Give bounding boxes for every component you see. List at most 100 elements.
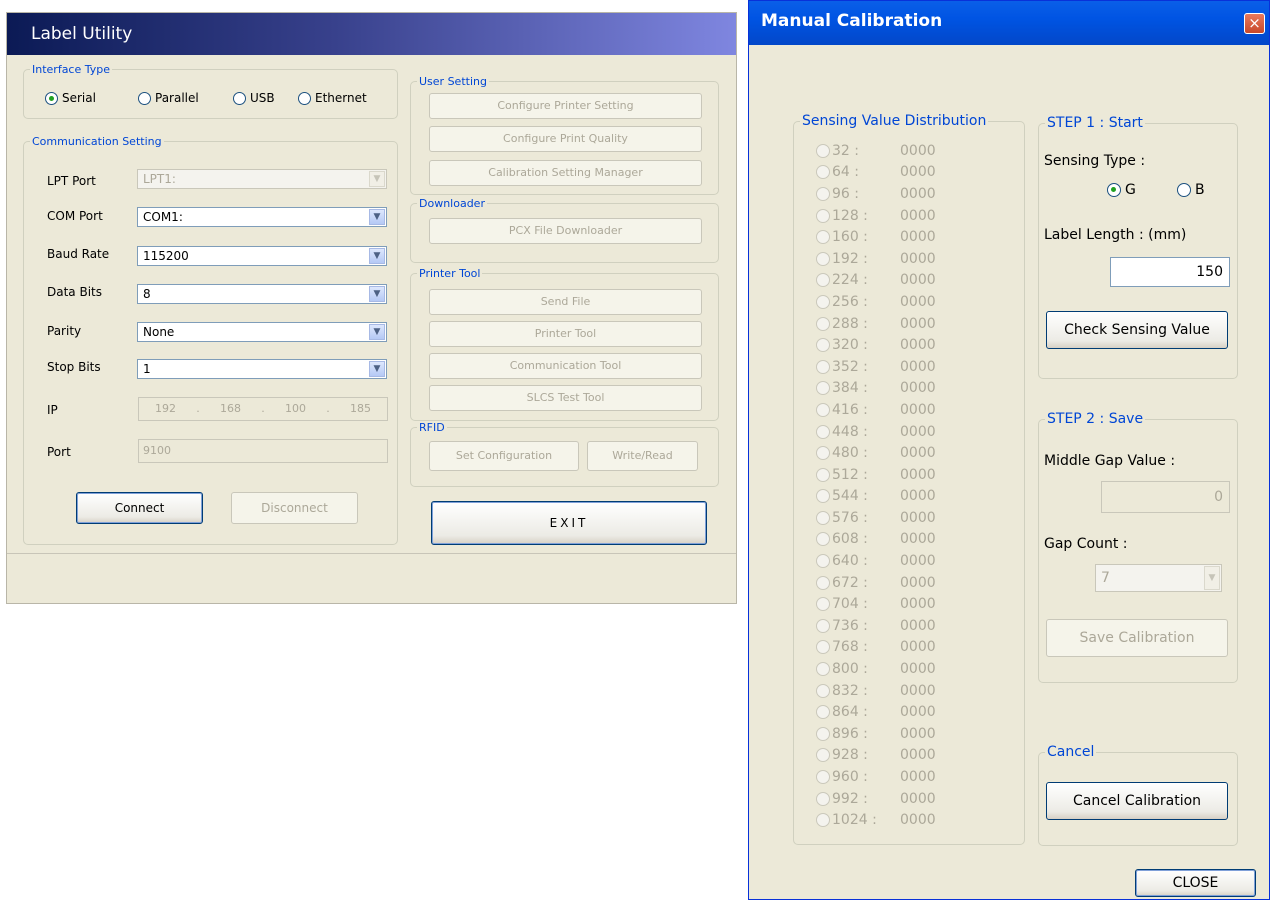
radio-sensing-g[interactable]: G: [1107, 182, 1136, 198]
sensing-value-row[interactable]: 352 : 0000: [816, 356, 986, 378]
communication-tool-button[interactable]: Communication Tool: [429, 353, 702, 379]
configure-printer-setting-button[interactable]: Configure Printer Setting: [429, 93, 702, 119]
sensing-value-row[interactable]: 32 : 0000: [816, 140, 986, 162]
sensing-value-row[interactable]: 768 : 0000: [816, 637, 986, 659]
sensing-value-row[interactable]: 544 : 0000: [816, 486, 986, 508]
close-icon[interactable]: ×: [1244, 13, 1265, 34]
lpt-port-select[interactable]: LPT1: ▼: [137, 169, 387, 189]
sensing-position-label: 384 :: [832, 380, 868, 397]
sensing-value-row[interactable]: 448 : 0000: [816, 421, 986, 443]
sensing-value-row[interactable]: 608 : 0000: [816, 529, 986, 551]
sensing-value-row[interactable]: 416 : 0000: [816, 399, 986, 421]
set-configuration-button[interactable]: Set Configuration: [429, 441, 579, 471]
ip-label: IP: [47, 403, 58, 417]
ip-separator: .: [196, 402, 200, 415]
radio-ethernet[interactable]: Ethernet: [298, 91, 367, 105]
send-file-button[interactable]: Send File: [429, 289, 702, 315]
disconnect-button[interactable]: Disconnect: [231, 492, 358, 524]
sensing-value-row[interactable]: 96 : 0000: [816, 183, 986, 205]
sensing-value: 0000: [900, 661, 936, 678]
calibration-setting-manager-button[interactable]: Calibration Setting Manager: [429, 160, 702, 186]
connect-button[interactable]: Connect: [76, 492, 203, 524]
radio-serial-label: Serial: [62, 91, 96, 105]
sensing-value-row[interactable]: 832 : 0000: [816, 680, 986, 702]
sensing-value: 0000: [900, 725, 936, 742]
sensing-value-row[interactable]: 64 : 0000: [816, 162, 986, 184]
status-bar: [7, 553, 736, 605]
sensing-value-row[interactable]: 704 : 0000: [816, 593, 986, 615]
printer-tool-button[interactable]: Printer Tool: [429, 321, 702, 347]
sensing-value-row[interactable]: 480 : 0000: [816, 442, 986, 464]
label-length-input[interactable]: 150: [1110, 257, 1230, 287]
sensing-value-row[interactable]: 1024 : 0000: [816, 809, 986, 831]
com-port-select[interactable]: COM1: ▼: [137, 207, 387, 227]
radio-sensing-b[interactable]: B: [1177, 182, 1205, 198]
sensing-value-row[interactable]: 192 : 0000: [816, 248, 986, 270]
radio-icon: [816, 446, 830, 461]
slcs-test-tool-button[interactable]: SLCS Test Tool: [429, 385, 702, 411]
sensing-value-row[interactable]: 224 : 0000: [816, 270, 986, 292]
radio-icon: [816, 597, 830, 612]
sensing-value-row[interactable]: 960 : 0000: [816, 766, 986, 788]
sensing-value-row[interactable]: 128 : 0000: [816, 205, 986, 227]
exit-button[interactable]: EXIT: [431, 501, 707, 545]
data-bits-label: Data Bits: [47, 285, 102, 299]
pcx-file-downloader-button[interactable]: PCX File Downloader: [429, 218, 702, 244]
baud-rate-select[interactable]: 115200 ▼: [137, 246, 387, 266]
sensing-value-list: 32 : 0000 64 : 0000 96 : 0000 128 : 0000 160 : 00…: [816, 140, 986, 831]
sensing-position-label: 544 :: [832, 488, 868, 505]
sensing-value-row[interactable]: 928 : 0000: [816, 745, 986, 767]
radio-parallel[interactable]: Parallel: [138, 91, 199, 105]
sensing-value: 0000: [900, 790, 936, 807]
radio-icon: [816, 618, 830, 633]
chevron-down-icon: ▼: [369, 248, 385, 264]
gap-count-select[interactable]: 7 ▼: [1095, 564, 1222, 592]
sensing-value-row[interactable]: 288 : 0000: [816, 313, 986, 335]
sensing-value-row[interactable]: 384 : 0000: [816, 378, 986, 400]
sensing-value: 0000: [900, 207, 936, 224]
ip-address-field[interactable]: 192 . 168 . 100 . 185: [138, 397, 388, 421]
sensing-value-row[interactable]: 864 : 0000: [816, 701, 986, 723]
save-calibration-button[interactable]: Save Calibration: [1046, 619, 1228, 657]
radio-icon: [816, 770, 830, 785]
sensing-value-row[interactable]: 672 : 0000: [816, 572, 986, 594]
stop-bits-select[interactable]: 1 ▼: [137, 359, 387, 379]
sensing-position-label: 896 :: [832, 725, 868, 742]
sensing-value-row[interactable]: 896 : 0000: [816, 723, 986, 745]
port-field[interactable]: 9100: [138, 439, 388, 463]
check-sensing-value-button[interactable]: Check Sensing Value: [1046, 311, 1228, 349]
sensing-position-label: 128 :: [832, 207, 868, 224]
sensing-position-label: 352 :: [832, 358, 868, 375]
sensing-value-row[interactable]: 992 : 0000: [816, 788, 986, 810]
sensing-value: 0000: [900, 574, 936, 591]
sensing-value-row[interactable]: 512 : 0000: [816, 464, 986, 486]
sensing-value-row[interactable]: 160 : 0000: [816, 226, 986, 248]
sensing-position-label: 960 :: [832, 769, 868, 786]
sensing-position-label: 224 :: [832, 272, 868, 289]
sensing-value-row[interactable]: 576 : 0000: [816, 507, 986, 529]
configure-print-quality-button[interactable]: Configure Print Quality: [429, 126, 702, 152]
sensing-value: 0000: [900, 466, 936, 483]
radio-serial[interactable]: Serial: [45, 91, 96, 105]
sensing-value-row[interactable]: 736 : 0000: [816, 615, 986, 637]
radio-icon: [816, 359, 830, 374]
sensing-value-row[interactable]: 256 : 0000: [816, 291, 986, 313]
write-read-button[interactable]: Write/Read: [587, 441, 698, 471]
radio-icon: [816, 230, 830, 245]
sensing-value: 0000: [900, 272, 936, 289]
sensing-value-row[interactable]: 800 : 0000: [816, 658, 986, 680]
middle-gap-input[interactable]: 0: [1101, 481, 1230, 513]
data-bits-select[interactable]: 8 ▼: [137, 284, 387, 304]
close-button[interactable]: CLOSE: [1135, 869, 1256, 897]
sensing-value-row[interactable]: 320 : 0000: [816, 334, 986, 356]
sensing-value-row[interactable]: 640 : 0000: [816, 550, 986, 572]
com-port-value: COM1:: [143, 210, 183, 224]
sensing-position-label: 736 :: [832, 617, 868, 634]
parity-select[interactable]: None ▼: [137, 322, 387, 342]
sensing-value: 0000: [900, 509, 936, 526]
radio-usb[interactable]: USB: [233, 91, 275, 105]
sensing-value: 0000: [900, 639, 936, 656]
sensing-value: 0000: [900, 747, 936, 764]
cancel-calibration-button[interactable]: Cancel Calibration: [1046, 782, 1228, 820]
radio-ethernet-label: Ethernet: [315, 91, 367, 105]
